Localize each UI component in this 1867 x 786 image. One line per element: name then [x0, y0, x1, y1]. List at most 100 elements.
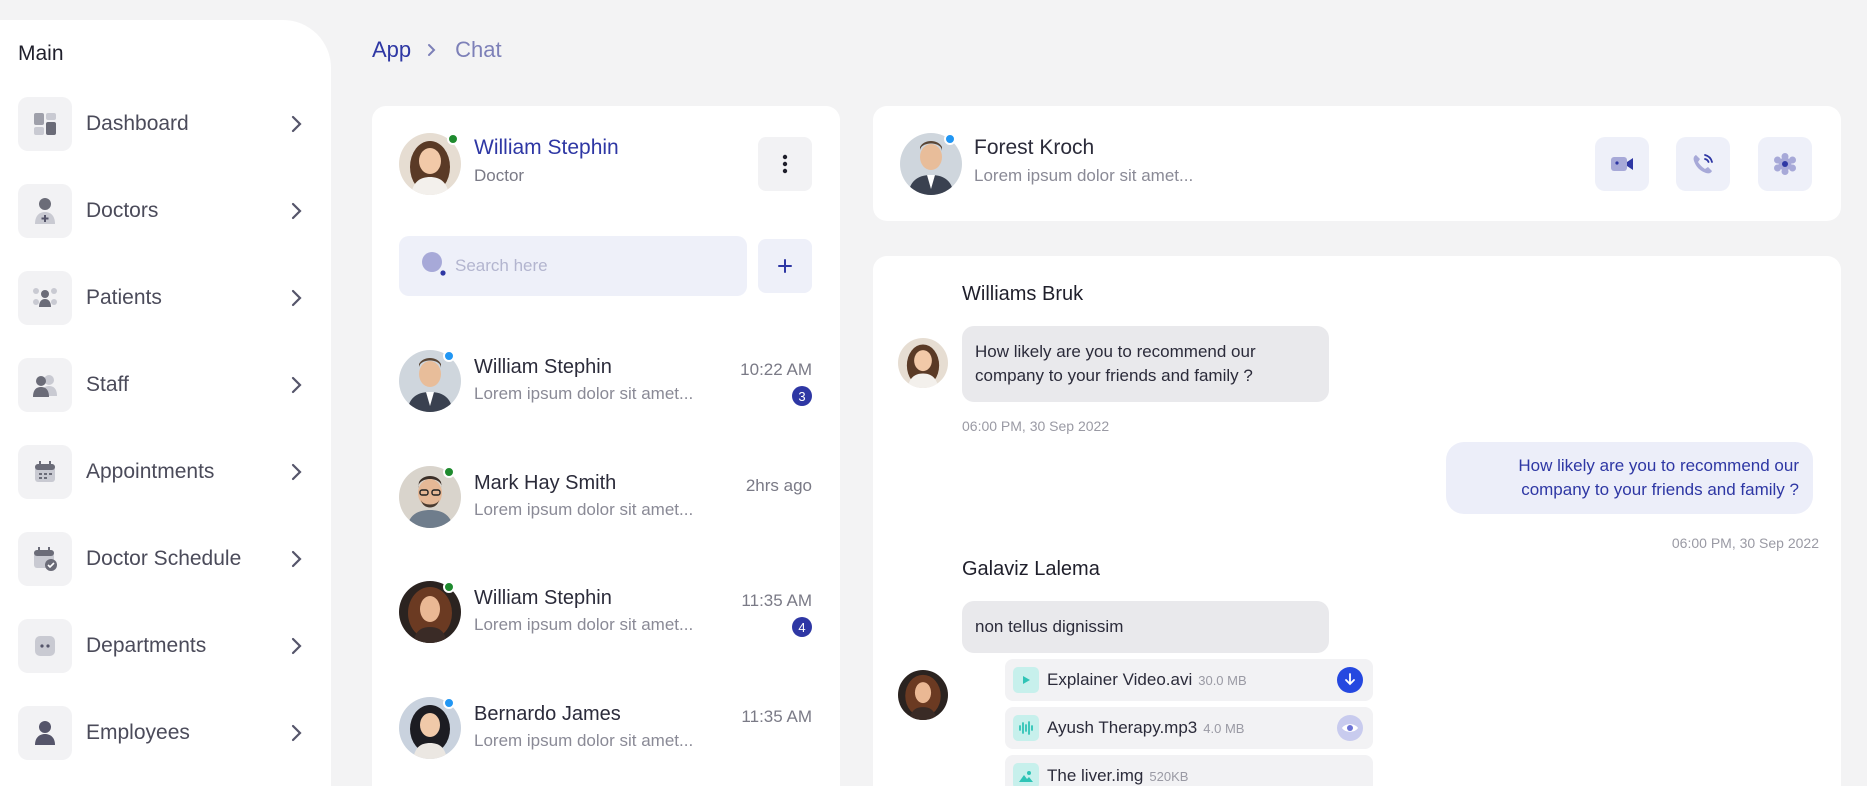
- chat-item-preview: Lorem ipsum dolor sit amet...: [474, 500, 694, 519]
- breadcrumb-current: Chat: [455, 37, 502, 62]
- sidebar-item-patients[interactable]: Patients: [18, 270, 308, 326]
- search-input[interactable]: [455, 256, 715, 276]
- chat-item-preview: Lorem ipsum dolor sit amet...: [474, 731, 694, 750]
- staff-icon: [18, 358, 72, 412]
- voice-call-button[interactable]: [1676, 137, 1730, 191]
- chat-item-preview: Lorem ipsum dolor sit amet...: [474, 384, 694, 403]
- breadcrumb-app-link[interactable]: App: [372, 37, 411, 63]
- doctor-icon: [18, 184, 72, 238]
- schedule-icon: [18, 532, 72, 586]
- audio-file-icon: [1013, 715, 1039, 741]
- breadcrumb: App Chat: [372, 37, 502, 63]
- conversation-contact-name: Forest Kroch: [974, 136, 1095, 159]
- chat-item-name: William Stephin: [474, 356, 612, 378]
- message-timestamp: 06:00 PM, 30 Sep 2022: [1671, 535, 1819, 551]
- message-sender-name: Galaviz Lalema: [962, 558, 1100, 580]
- chevron-right-icon: [427, 43, 437, 57]
- chat-item-time: 11:35 AM: [741, 591, 812, 610]
- video-file-icon: [1013, 667, 1039, 693]
- chat-item-name: Bernardo James: [474, 703, 621, 725]
- dashboard-icon: [18, 97, 72, 151]
- away-status-dot: [443, 697, 455, 709]
- sidebar-item-appointments[interactable]: Appointments: [18, 444, 308, 500]
- file-name: Ayush Therapy.mp3: [1047, 718, 1198, 737]
- avatar: [898, 670, 948, 720]
- sidebar-item-label: Staff: [86, 373, 129, 396]
- outgoing-message-bubble: How likely are you to recommend our comp…: [1446, 442, 1813, 514]
- chat-item-time: 11:35 AM: [741, 707, 812, 726]
- calendar-icon: [18, 445, 72, 499]
- chat-list-item[interactable]: Bernardo James Lorem ipsum dolor sit ame…: [399, 697, 812, 761]
- file-attachment[interactable]: Ayush Therapy.mp3 4.0 MB: [1005, 707, 1373, 749]
- plus-icon: [778, 259, 792, 273]
- employee-icon: [18, 706, 72, 760]
- chevron-right-icon: [286, 376, 308, 394]
- incoming-message-bubble: How likely are you to recommend our comp…: [962, 326, 1329, 402]
- sidebar-item-doctors[interactable]: Doctors: [18, 183, 308, 239]
- chevron-right-icon: [286, 289, 308, 307]
- gear-icon: [1774, 153, 1796, 175]
- sidebar-item-employees[interactable]: Employees: [18, 705, 308, 761]
- chat-item-preview: Lorem ipsum dolor sit amet...: [474, 615, 694, 634]
- avatar: [898, 338, 948, 388]
- file-attachment[interactable]: The liver.img 520KB: [1005, 755, 1373, 786]
- online-status-dot: [443, 581, 455, 593]
- unread-badge: 3: [792, 386, 812, 406]
- chat-list-panel: William Stephin Doctor William Stephin L…: [372, 106, 840, 786]
- file-size: 30.0 MB: [1198, 672, 1247, 688]
- sidebar-item-dashboard[interactable]: Dashboard: [18, 96, 308, 152]
- messages-panel: Williams Bruk How likely are you to reco…: [873, 256, 1841, 786]
- sidebar-item-doctor-schedule[interactable]: Doctor Schedule: [18, 531, 308, 587]
- phone-icon: [1693, 154, 1713, 174]
- sidebar-item-label: Doctors: [86, 199, 159, 222]
- video-call-button[interactable]: [1595, 137, 1649, 191]
- file-size: 520KB: [1149, 768, 1189, 784]
- sidebar-item-label: Departments: [86, 634, 207, 657]
- chevron-right-icon: [286, 637, 308, 655]
- conversation-contact-preview: Lorem ipsum dolor sit amet...: [974, 166, 1194, 185]
- file-name: Explainer Video.avi: [1047, 670, 1193, 689]
- file-attachment[interactable]: Explainer Video.avi 30.0 MB: [1005, 659, 1373, 701]
- chat-list-item[interactable]: William Stephin Lorem ipsum dolor sit am…: [399, 350, 812, 414]
- sidebar: Main Dashboard Doctors Patients Staff Ap…: [0, 20, 331, 786]
- sidebar-item-label: Appointments: [86, 460, 215, 483]
- file-size: 4.0 MB: [1203, 720, 1245, 736]
- chat-item-name: William Stephin: [474, 587, 612, 609]
- video-camera-icon: [1611, 157, 1633, 171]
- message-timestamp: 06:00 PM, 30 Sep 2022: [962, 418, 1110, 434]
- settings-button[interactable]: [1758, 137, 1812, 191]
- conversation-header: Forest Kroch Lorem ipsum dolor sit amet.…: [873, 106, 1841, 221]
- message-sender-name: Williams Bruk: [962, 283, 1084, 305]
- sidebar-item-staff[interactable]: Staff: [18, 357, 308, 413]
- unread-badge: 4: [792, 617, 812, 637]
- sidebar-item-label: Doctor Schedule: [86, 547, 242, 570]
- chevron-right-icon: [286, 724, 308, 742]
- file-name: The liver.img: [1047, 766, 1144, 785]
- online-status-dot: [443, 466, 455, 478]
- away-status-dot: [944, 133, 956, 145]
- eye-icon[interactable]: [1337, 715, 1363, 741]
- departments-icon: [18, 619, 72, 673]
- more-options-button[interactable]: [758, 137, 812, 191]
- current-user-name: William Stephin: [474, 136, 619, 159]
- chevron-right-icon: [286, 115, 308, 133]
- sidebar-item-label: Employees: [86, 721, 190, 744]
- sidebar-item-departments[interactable]: Departments: [18, 618, 308, 674]
- search-box: [399, 236, 747, 296]
- download-icon[interactable]: [1337, 667, 1363, 693]
- incoming-message-bubble: non tellus dignissim: [962, 601, 1329, 653]
- current-user-role: Doctor: [474, 166, 525, 185]
- chat-item-time: 2hrs ago: [745, 476, 812, 495]
- sidebar-title: Main: [18, 42, 64, 65]
- chevron-right-icon: [286, 202, 308, 220]
- chevron-right-icon: [286, 463, 308, 481]
- chat-list-item[interactable]: Mark Hay Smith Lorem ipsum dolor sit ame…: [399, 466, 812, 530]
- add-chat-button[interactable]: [758, 239, 812, 293]
- chat-item-time: 10:22 AM: [740, 360, 812, 379]
- kebab-menu-icon: [782, 154, 788, 174]
- image-file-icon: [1013, 763, 1039, 786]
- chat-list-item[interactable]: William Stephin Lorem ipsum dolor sit am…: [399, 581, 812, 645]
- sidebar-item-label: Dashboard: [86, 112, 189, 135]
- chevron-right-icon: [286, 550, 308, 568]
- search-icon: [421, 251, 447, 282]
